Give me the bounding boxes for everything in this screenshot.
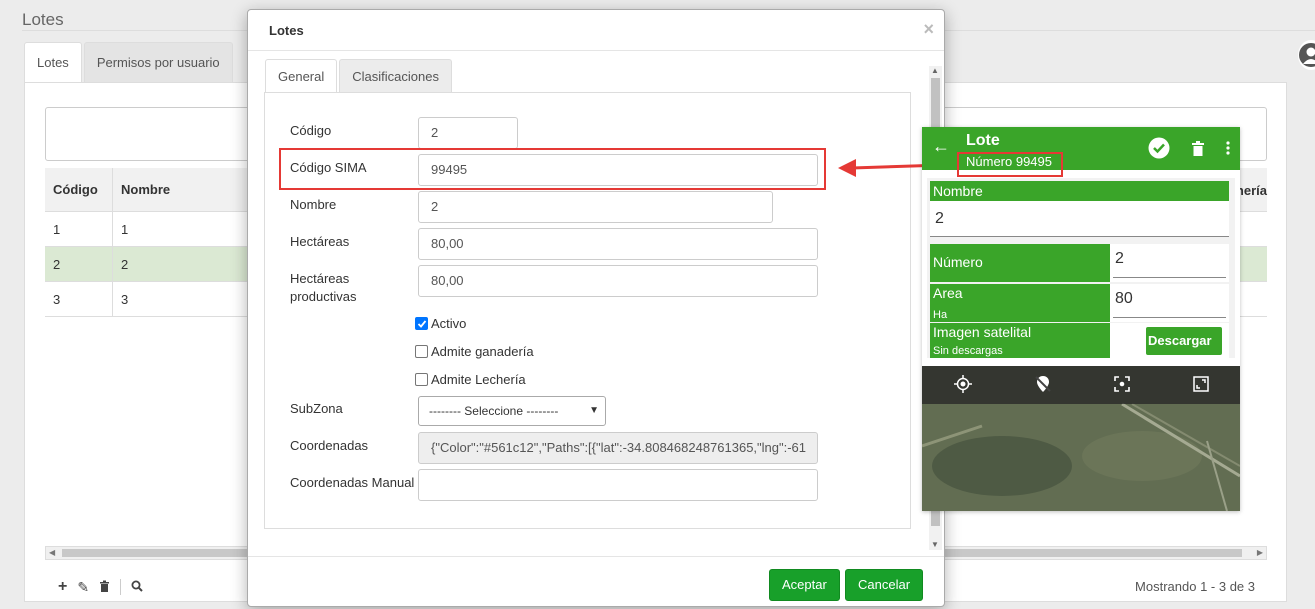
mobile-area-label: Area Ha (930, 284, 1110, 322)
trash-icon[interactable] (1192, 140, 1204, 159)
scroll-up-icon[interactable]: ▲ (931, 66, 939, 76)
mobile-form: Nombre 2 Número 2 Area Ha 80 Imagen sate… (927, 178, 1235, 358)
activo-label: Activo (431, 316, 467, 331)
toolbar-divider (120, 579, 122, 595)
mobile-area-unit: Ha (933, 309, 948, 321)
activo-checkbox[interactable]: Activo (415, 316, 466, 331)
table-toolbar: + ✎ (58, 578, 143, 596)
scroll-down-icon[interactable]: ▼ (931, 540, 939, 550)
mobile-imagen-status: Sin descargas (933, 345, 1003, 357)
mobile-nombre-label: Nombre (930, 181, 1229, 201)
mobile-imagen-label: Imagen satelital Sin descargas (930, 323, 1110, 358)
search-icon[interactable] (131, 579, 143, 595)
header-lecheria[interactable]: nería (1236, 183, 1267, 198)
mobile-imagen-row: Imagen satelital Sin descargas Descargar (930, 323, 1229, 358)
codigo-label: Código (290, 123, 332, 138)
chevron-down-icon: ▼ (589, 405, 599, 416)
tab-permisos[interactable]: Permisos por usuario (83, 42, 233, 82)
subzona-selected: -------- Seleccione -------- (429, 404, 559, 418)
mobile-area-field[interactable]: 80 (1110, 284, 1229, 322)
fullscreen-icon[interactable] (1192, 375, 1209, 395)
modal-tabs: General Clasificaciones (265, 59, 452, 93)
tab-general[interactable]: General (265, 59, 338, 93)
hectareas-label: Hectáreas (290, 234, 350, 249)
subzona-label: SubZona (290, 401, 343, 416)
codigo-sima-highlight (279, 148, 826, 190)
hectareas-productivas-field[interactable]: 80,00 (418, 265, 818, 297)
cell-codigo: 1 (45, 212, 113, 246)
tab-clasificaciones[interactable]: Clasificaciones (339, 59, 452, 92)
admite-lecheria-checkbox[interactable]: Admite Lechería (415, 372, 526, 387)
pagination-status: Mostrando 1 - 3 de 3 (1135, 579, 1255, 594)
mobile-download-cell: Descargar (1110, 323, 1229, 358)
admite-ganaderia-label: Admite ganadería (431, 344, 534, 359)
hectareas-productivas-label: Hectáreas productivas (290, 271, 357, 304)
scroll-left-icon[interactable]: ◀ (49, 547, 55, 559)
coordenadas-field[interactable]: {"Color":"#561c12","Paths":[{"lat":-34.8… (418, 432, 818, 464)
mobile-nombre-field[interactable]: 2 (930, 201, 1229, 237)
codigo-field[interactable]: 2 (418, 117, 518, 149)
my-location-icon[interactable] (953, 374, 972, 396)
close-icon[interactable]: × (923, 20, 934, 38)
cancel-button[interactable]: Cancelar (845, 569, 924, 601)
coordenadas-manual-field[interactable] (418, 469, 818, 501)
cell-codigo: 3 (45, 282, 113, 316)
scroll-right-icon[interactable]: ▶ (1257, 547, 1263, 559)
mobile-actions (1148, 137, 1230, 162)
more-vert-icon[interactable] (1226, 141, 1230, 158)
mobile-title: Lote (966, 132, 1000, 149)
modal-title: Lotes (269, 23, 304, 38)
user-avatar-icon[interactable] (1298, 40, 1315, 70)
page-tabs: Lotes Permisos por usuario (24, 42, 233, 82)
tab-lotes[interactable]: Lotes (24, 42, 82, 82)
add-icon[interactable]: + (58, 578, 67, 596)
lotes-modal: Lotes × General Clasificaciones Código 2… (247, 9, 945, 607)
page-title: Lotes (22, 10, 64, 29)
nombre-field[interactable]: 2 (418, 191, 773, 223)
admite-lecheria-label: Admite Lechería (431, 372, 526, 387)
edit-icon[interactable]: ✎ (77, 579, 89, 596)
download-button[interactable]: Descargar (1146, 327, 1222, 355)
mobile-numero-field[interactable]: 2 (1110, 244, 1229, 282)
modal-footer: Aceptar Cancelar (248, 556, 944, 607)
coordenadas-label: Coordenadas (290, 438, 369, 453)
location-off-icon[interactable] (1034, 375, 1051, 396)
coordenadas-manual-label: Coordenadas Manual (290, 475, 415, 490)
mobile-numero-label: Número (930, 244, 1110, 282)
delete-icon[interactable] (99, 579, 110, 595)
subzona-select[interactable]: -------- Seleccione -------- ▼ (418, 396, 606, 426)
nombre-label: Nombre (290, 197, 337, 212)
checkbox-checked-icon[interactable] (415, 317, 428, 330)
center-focus-icon[interactable] (1113, 375, 1130, 395)
modal-body: General Clasificaciones Código 2 Código … (248, 51, 928, 554)
satellite-map[interactable] (922, 366, 1240, 511)
mobile-area-row: Area Ha 80 (930, 284, 1229, 322)
cell-codigo: 2 (45, 247, 113, 281)
checkbox-icon[interactable] (415, 345, 428, 358)
mobile-app-screenshot: ← Lote Número 99495 Nombre 2 Número 2 Ar… (922, 127, 1240, 511)
map-toolbar (922, 366, 1240, 404)
admite-ganaderia-checkbox[interactable]: Admite ganadería (415, 344, 534, 359)
hectareas-field[interactable]: 80,00 (418, 228, 818, 260)
modal-header: Lotes × (248, 10, 944, 51)
header-codigo[interactable]: Código (45, 168, 113, 211)
mobile-numero-row: Número 2 (930, 244, 1229, 282)
check-circle-icon[interactable] (1148, 137, 1170, 162)
checkbox-icon[interactable] (415, 373, 428, 386)
numero-highlight (957, 152, 1063, 177)
back-arrow-icon[interactable]: ← (932, 137, 950, 155)
accept-button[interactable]: Aceptar (769, 569, 840, 601)
